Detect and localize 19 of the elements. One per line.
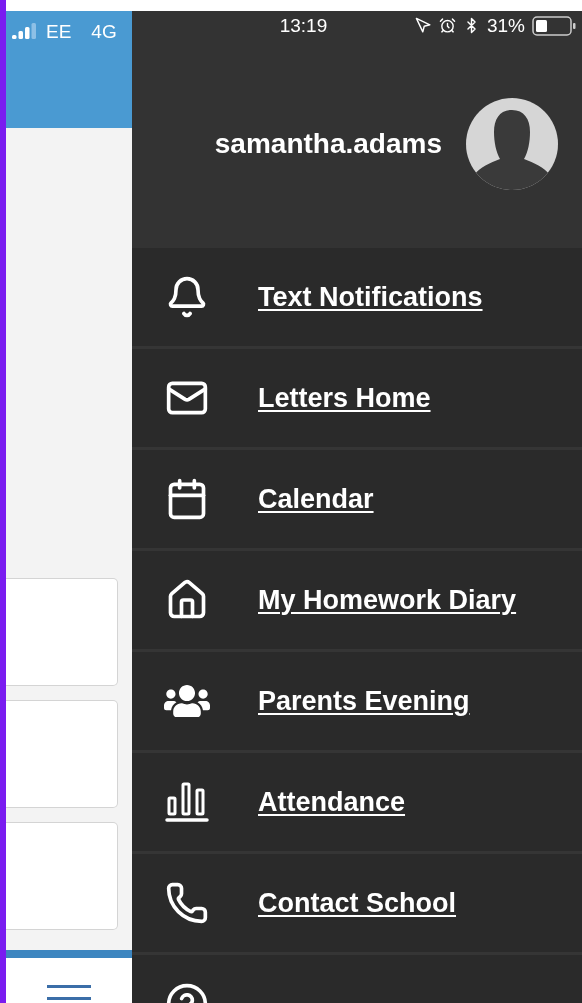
menu-icon[interactable]: [47, 985, 91, 1003]
status-time: 13:19: [278, 14, 329, 37]
username: samantha.adams: [214, 128, 442, 160]
carrier-label: EE: [46, 21, 72, 43]
menu-item[interactable]: My Homework Diary: [132, 551, 582, 652]
battery-icon: [532, 15, 576, 36]
bar-chart-icon: [165, 780, 209, 824]
menu-item[interactable]: Attendance: [132, 753, 582, 854]
alarm-icon: [438, 17, 456, 34]
battery-percent: 31%: [486, 14, 525, 37]
signal-icon: [12, 21, 38, 39]
network-label: 4G: [91, 21, 117, 43]
location-icon: [414, 17, 432, 34]
menu-item[interactable]: Text Notifications: [132, 248, 582, 349]
menu-item[interactable]: Parents Evening: [132, 652, 582, 753]
menu-item[interactable]: Letters Home: [132, 349, 582, 450]
menu-item[interactable]: Calendar: [132, 450, 582, 551]
menu-item[interactable]: Contact School: [132, 854, 582, 955]
phone-icon: [165, 881, 209, 925]
